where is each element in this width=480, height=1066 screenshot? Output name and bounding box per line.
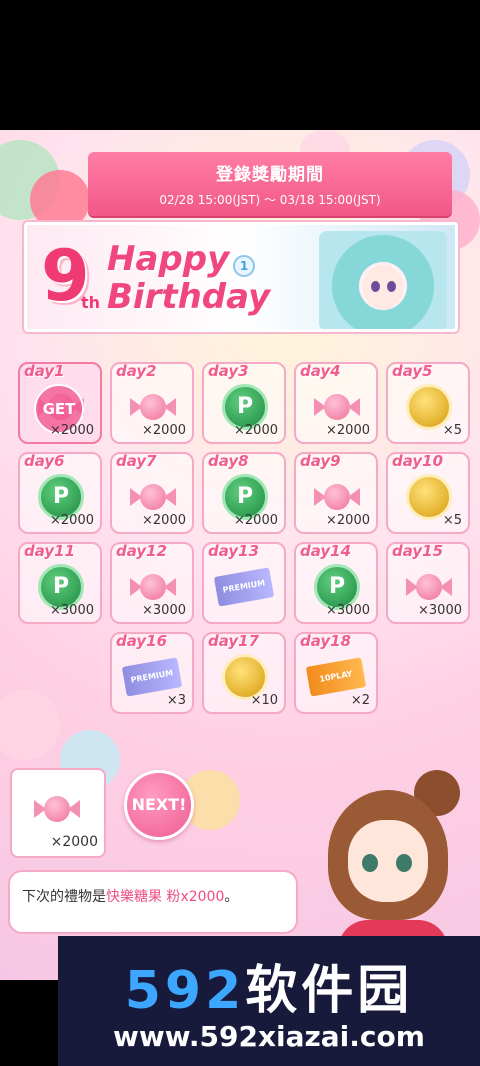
reward-qty: ×2000 [50,423,94,438]
next-reward-qty: ×2000 [50,834,98,850]
day-label: day8 [208,452,249,470]
reward-cell-day11[interactable]: day11 P ×3000 [18,542,102,624]
balloon-decoration [0,690,60,760]
hero-line1: Happy [107,239,230,279]
reward-cell-day14[interactable]: day14 P ×3000 [294,542,378,624]
reward-cell-day9[interactable]: day9 ×2000 [294,452,378,534]
watermark-url: www.592xiazai.com [113,1020,425,1053]
reward-cell-day8[interactable]: day8 P ×2000 [202,452,286,534]
reward-qty: ×3 [166,693,186,708]
next-reward-box: ×2000 [10,768,106,858]
status-bar-area [0,0,480,130]
reward-cell-day10[interactable]: day10 ×5 [386,452,470,534]
event-hero-banner: 9 th Happy Birthday 1 [24,222,458,332]
reward-qty: ×2000 [50,513,94,528]
reward-qty: ×3000 [50,603,94,618]
character-face [348,820,428,902]
site-watermark: 592软件园 www.592xiazai.com [58,936,480,1066]
reward-qty: ×3000 [142,603,186,618]
reward-qty: ×5 [442,423,462,438]
reward-cell-day13[interactable]: day13 PREMIUM [202,542,286,624]
day-label: day11 [24,542,76,560]
watermark-cn: 软件园 [245,961,414,1021]
portrait-eye [371,281,380,292]
day-label: day18 [300,632,352,650]
reward-cell-day5[interactable]: day5 ×5 [386,362,470,444]
period-title: 登錄獎勵期間 [216,165,324,185]
reward-qty: ×3000 [418,603,462,618]
day-label: day1 [24,362,65,380]
reward-cell-day3[interactable]: day3 P ×2000 [202,362,286,444]
reward-qty: ×2000 [142,513,186,528]
reward-qty: ×5 [442,513,462,528]
reward-cell-day1[interactable]: day1 GET ×2000 [18,362,102,444]
portrait-face [363,265,403,309]
day-label: day17 [208,632,260,650]
portrait-eye [387,281,396,292]
day-label: day15 [392,542,444,560]
character-eye [396,854,412,872]
next-button[interactable]: NEXT! [124,770,194,840]
reward-qty: ×2000 [234,513,278,528]
day-label: day12 [116,542,168,560]
reward-qty: ×2000 [234,423,278,438]
day-label: day7 [116,452,157,470]
day-label: day3 [208,362,249,380]
day-label: day13 [208,542,260,560]
day-label: day5 [392,362,433,380]
day-label: day6 [24,452,65,470]
reward-cell-day15[interactable]: day15 ×3000 [386,542,470,624]
message-suffix: 。 [224,889,239,905]
reward-cell-day6[interactable]: day6 P ×2000 [18,452,102,534]
day-label: day10 [392,452,444,470]
reward-cell-day7[interactable]: day7 ×2000 [110,452,194,534]
candy-icon [34,786,80,832]
message-item: 快樂糖果 粉x2000 [106,889,225,905]
login-bonus-screen: 登錄獎勵期間 02/28 15:00(JST) ～ 03/18 15:00(JS… [0,130,480,980]
hero-line2: Birthday [107,277,271,317]
watermark-number: 592 [124,961,246,1021]
day-label: day14 [300,542,352,560]
reward-cell-day17[interactable]: day17 ×10 [202,632,286,714]
watermark-logo: 592软件园 [58,948,480,1023]
premium-ticket-icon: PREMIUM [213,564,275,610]
hero-suffix: th [81,293,101,312]
balloon-decoration [30,170,90,230]
reward-qty: ×3000 [326,603,370,618]
reward-qty: ×2000 [142,423,186,438]
day-label: day4 [300,362,341,380]
character-eye [362,854,378,872]
period-dates: 02/28 15:00(JST) ～ 03/18 15:00(JST) [159,193,381,207]
day-label: day9 [300,452,341,470]
reward-qty: ×2000 [326,513,370,528]
anniversary-badge: 1 [233,255,255,277]
reward-qty: ×10 [250,693,278,708]
reward-qty: ×2 [350,693,370,708]
reward-cell-day12[interactable]: day12 ×3000 [110,542,194,624]
character-portrait [319,231,447,329]
reward-cell-day2[interactable]: day2 ×2000 [110,362,194,444]
next-gift-message: 下次的禮物是快樂糖果 粉x2000。 [8,870,298,934]
day-label: day2 [116,362,157,380]
reward-qty: ×2000 [326,423,370,438]
reward-cell-day18[interactable]: day18 10PLAY ×2 [294,632,378,714]
message-prefix: 下次的禮物是 [22,889,106,905]
day-label: day16 [116,632,168,650]
period-banner: 登錄獎勵期間 02/28 15:00(JST) ～ 03/18 15:00(JS… [88,152,452,216]
reward-cell-day4[interactable]: day4 ×2000 [294,362,378,444]
reward-cell-day16[interactable]: day16 PREMIUM ×3 [110,632,194,714]
